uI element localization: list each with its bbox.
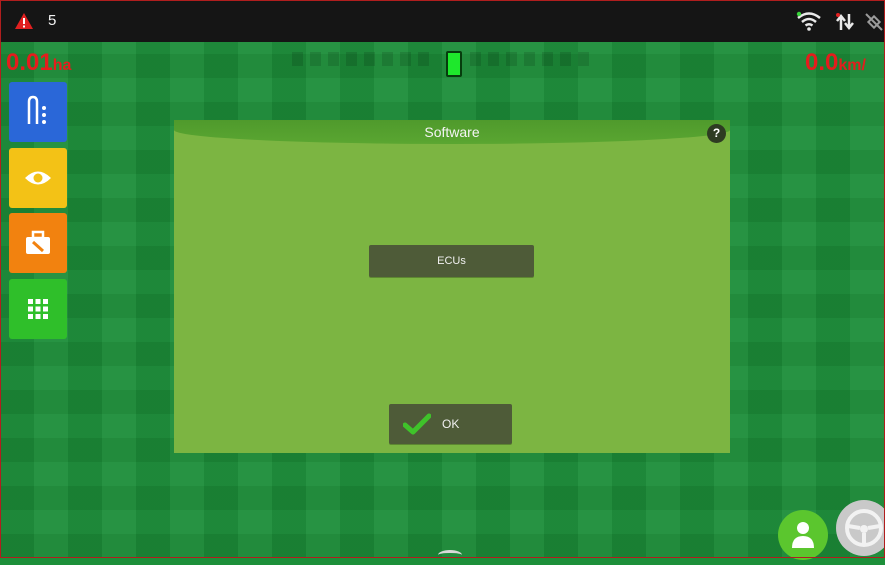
status-bar: 5 [0, 0, 885, 42]
speed-unit: km/ [838, 57, 866, 74]
dialog-title: Software [424, 124, 480, 140]
warning-triangle-icon[interactable] [14, 12, 34, 30]
eye-icon [25, 171, 51, 185]
wifi-icon [796, 11, 821, 31]
section-segment [328, 52, 339, 66]
speed-readout: 0.0km/ [805, 50, 866, 79]
ok-button[interactable]: OK [389, 404, 512, 444]
data-transfer-icon [836, 13, 854, 31]
software-dialog: Software ? ECUs OK [174, 120, 730, 453]
section-segment [292, 52, 303, 66]
section-segment [578, 52, 589, 66]
toolbox-icon [26, 230, 50, 254]
area-value: 0.01 [6, 49, 53, 76]
bottom-drawer-handle[interactable] [438, 550, 462, 560]
area-unit: ha [52, 57, 72, 74]
gps-off-icon [865, 13, 883, 31]
view-menu-button[interactable] [9, 148, 67, 208]
section-segment [382, 52, 393, 66]
section-segment [542, 52, 553, 66]
section-segment [346, 52, 357, 66]
apps-grid-icon [28, 299, 48, 319]
checkmark-icon [403, 413, 431, 435]
tools-menu-button[interactable] [9, 213, 67, 273]
auto-steer-button[interactable] [836, 500, 885, 556]
section-segment [310, 52, 321, 66]
section-segment [470, 52, 481, 66]
apps-menu-button[interactable] [9, 279, 67, 339]
area-readout: 0.01ha [6, 50, 71, 79]
implement-icon [27, 95, 46, 124]
section-segment [364, 52, 375, 66]
ecus-button[interactable]: ECUs [369, 245, 534, 277]
ok-button-label: OK [442, 417, 460, 431]
section-segment [418, 52, 429, 66]
operator-button[interactable] [778, 510, 828, 560]
section-segment [506, 52, 517, 66]
help-button[interactable]: ? [707, 124, 726, 143]
speed-value: 0.0 [805, 49, 839, 76]
section-segment [524, 52, 535, 66]
section-segment [560, 52, 571, 66]
alarm-count[interactable]: 5 [48, 12, 56, 29]
implement-menu-button[interactable] [9, 82, 67, 142]
section-segment [400, 52, 411, 66]
center-section-indicator [446, 51, 462, 77]
steering-wheel-icon [845, 509, 883, 547]
person-icon [792, 522, 814, 548]
section-segment [488, 52, 499, 66]
section-indicator-bar [292, 48, 592, 77]
